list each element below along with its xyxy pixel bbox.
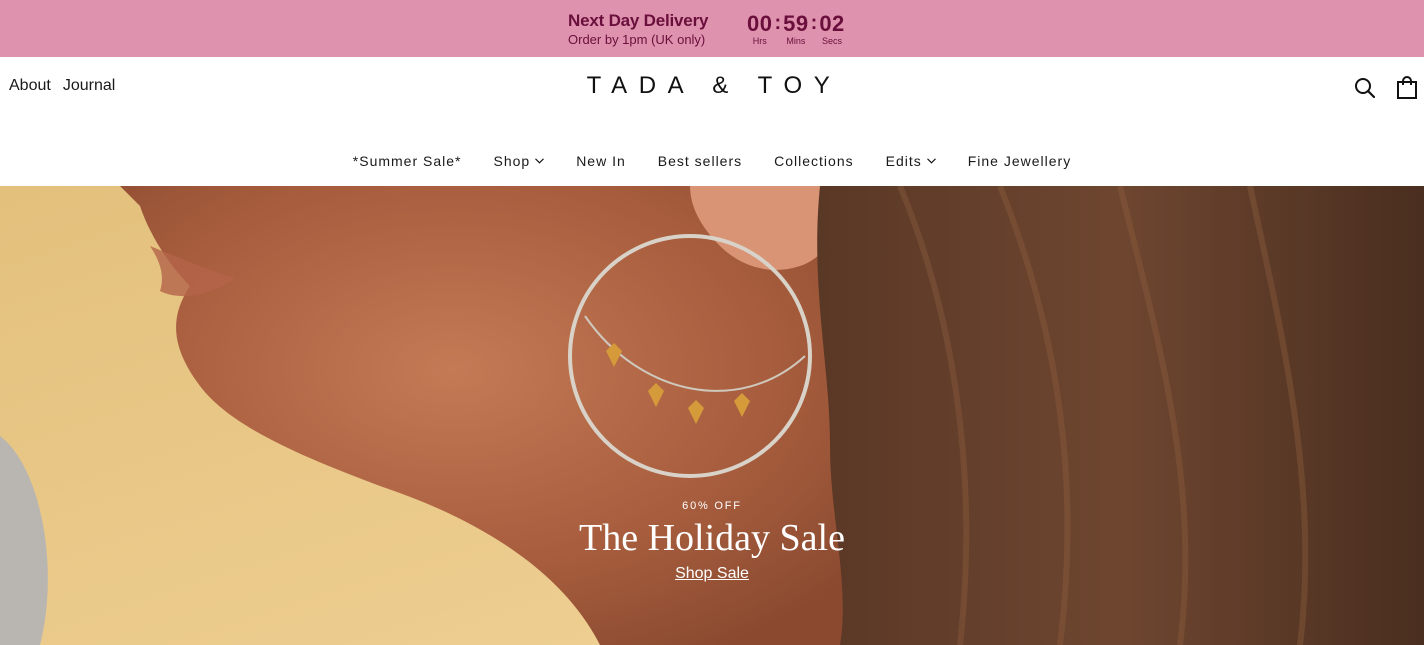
countdown-timer: 00 Hrs : 59 Mins : 02 Secs	[747, 11, 845, 47]
countdown-minutes-label: Mins	[786, 36, 806, 46]
countdown-separator: :	[810, 12, 818, 34]
nav-item-label: Edits	[885, 153, 922, 169]
countdown-seconds-label: Secs	[822, 36, 843, 46]
nav-item-summer-sale[interactable]: *Summer Sale*	[353, 151, 462, 171]
utility-nav: About Journal	[9, 77, 115, 95]
nav-item-new-in[interactable]: New In	[576, 151, 626, 171]
chevron-down-icon	[926, 158, 936, 164]
nav-item-label: Fine Jewellery	[967, 153, 1072, 169]
hero-title: The Holiday Sale	[579, 517, 845, 559]
nav-item-shop[interactable]: Shop	[493, 151, 545, 171]
countdown-minutes-value: 59	[783, 11, 809, 36]
nav-item-label: Best sellers	[657, 153, 743, 169]
search-button[interactable]	[1353, 76, 1377, 100]
announcement-bar: Next Day Delivery Order by 1pm (UK only)…	[0, 0, 1424, 57]
hero-banner[interactable]: 60% OFF The Holiday Sale Shop Sale	[0, 186, 1424, 645]
countdown-hours-value: 00	[747, 11, 773, 36]
nav-item-label: *Summer Sale*	[352, 153, 462, 169]
countdown-seconds: 02 Secs	[819, 11, 845, 47]
about-link[interactable]: About	[9, 77, 51, 95]
countdown-hours: 00 Hrs	[747, 11, 773, 47]
site-header: About Journal TADA & TOY *Summer Sale* S…	[0, 57, 1424, 186]
nav-item-label: New In	[576, 153, 626, 169]
shop-sale-link[interactable]: Shop Sale	[675, 565, 749, 583]
nav-item-edits[interactable]: Edits	[886, 151, 936, 171]
nav-item-collections[interactable]: Collections	[774, 151, 853, 171]
hero-eyebrow: 60% OFF	[682, 500, 742, 512]
brand-logo[interactable]: TADA & TOY	[586, 72, 842, 100]
chevron-down-icon	[535, 158, 545, 164]
nav-item-label: Collections	[774, 153, 854, 169]
hero-copy: 60% OFF The Holiday Sale Shop Sale	[0, 500, 1424, 583]
countdown-separator: :	[774, 12, 782, 34]
countdown-hours-label: Hrs	[752, 36, 767, 46]
nav-item-best-sellers[interactable]: Best sellers	[658, 151, 742, 171]
delivery-subtitle: Order by 1pm (UK only)	[568, 32, 706, 47]
countdown-minutes: 59 Mins	[783, 11, 809, 47]
delivery-title: Next Day Delivery	[568, 11, 709, 30]
nav-item-fine-jewellery[interactable]: Fine Jewellery	[968, 151, 1071, 171]
countdown-seconds-value: 02	[819, 11, 845, 36]
search-icon	[1355, 78, 1376, 99]
cart-button[interactable]	[1396, 76, 1420, 100]
shopping-bag-icon	[1397, 76, 1417, 99]
delivery-message: Next Day Delivery Order by 1pm (UK only)	[568, 11, 708, 48]
journal-link[interactable]: Journal	[63, 77, 115, 95]
main-nav: *Summer Sale* Shop New In Best sellers C…	[0, 151, 1424, 171]
nav-item-label: Shop	[493, 153, 531, 169]
